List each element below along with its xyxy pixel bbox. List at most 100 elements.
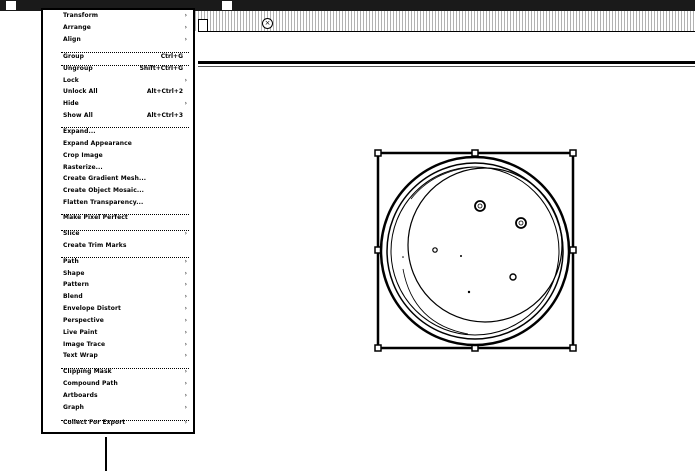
handle-bottom-right[interactable] <box>569 344 577 352</box>
menu-item-label: Text Wrap <box>63 352 98 359</box>
tab-bar-divider <box>198 31 695 32</box>
menu-item-collect-for-export[interactable]: Collect For Export › <box>43 417 193 428</box>
menu-item-label: Blend <box>63 293 83 300</box>
menu-item-blend[interactable]: Blend › <box>43 291 193 302</box>
menu-item-text-wrap[interactable]: Text Wrap › <box>43 350 193 361</box>
menu-item-show-all[interactable]: Show All Alt+Ctrl+3 <box>43 110 193 121</box>
menu-item-label: Align <box>63 36 81 43</box>
submenu-arrow-icon: › <box>184 270 187 277</box>
menu-item-label: Transform <box>63 12 99 19</box>
menu-item-label: Rasterize... <box>63 164 103 171</box>
menu-item-slice[interactable]: Slice › <box>43 228 193 239</box>
menu-item-label: Live Paint <box>63 329 98 336</box>
menu-item-label: Unlock All <box>63 88 98 95</box>
submenu-arrow-icon: › <box>184 230 187 237</box>
artboard-top-edge <box>198 61 695 64</box>
dish-spot <box>509 273 517 281</box>
menu-item-label: Make Pixel Perfect <box>63 214 128 221</box>
handle-top-center[interactable] <box>471 149 479 157</box>
bounding-box[interactable] <box>376 151 575 350</box>
menu-item-envelope-distort[interactable]: Envelope Distort › <box>43 303 193 314</box>
handle-top-left[interactable] <box>374 149 382 157</box>
menu-item-label: Create Trim Marks <box>63 242 127 249</box>
menu-item-create-gradient-mesh[interactable]: Create Gradient Mesh... <box>43 173 193 184</box>
menu-item-label: Create Object Mosaic... <box>63 187 145 194</box>
menu-item-align[interactable]: Align › <box>43 34 193 45</box>
selected-artwork[interactable] <box>373 149 578 352</box>
menu-item-shortcut: Alt+Ctrl+3 <box>146 112 183 119</box>
menu-item-make-pixel-perfect[interactable]: Make Pixel Perfect <box>43 212 193 223</box>
menu-item-group[interactable]: Group Ctrl+G <box>43 51 193 62</box>
submenu-arrow-icon: › <box>184 329 187 336</box>
menu-item-label: Shape <box>63 270 85 277</box>
dish-spot <box>467 290 471 294</box>
submenu-arrow-icon: › <box>184 317 187 324</box>
menu-item-label: Envelope Distort <box>63 305 122 312</box>
menu-item-label: Collect For Export <box>63 419 126 426</box>
dish-spot <box>474 200 486 212</box>
menu-item-label: Artboards <box>63 392 98 399</box>
menu-item-label: Hide <box>63 100 79 107</box>
menu-item-label: Expand... <box>63 128 96 135</box>
menu-item-clipping-mask[interactable]: Clipping Mask › <box>43 366 193 377</box>
menu-item-pattern[interactable]: Pattern › <box>43 279 193 290</box>
menu-item-path[interactable]: Path › <box>43 256 193 267</box>
menu-item-label: Path <box>63 258 79 265</box>
handle-middle-right[interactable] <box>569 246 577 254</box>
text-cursor <box>105 437 107 471</box>
menu-item-shortcut: Alt+Ctrl+2 <box>146 88 183 95</box>
dish-spot <box>402 256 404 258</box>
menu-item-expand-appearance[interactable]: Expand Appearance <box>43 138 193 149</box>
document-tab[interactable] <box>198 19 208 31</box>
menu-item-label: Clipping Mask <box>63 368 112 375</box>
menu-item-shape[interactable]: Shape › <box>43 268 193 279</box>
menu-item-flatten-transparency[interactable]: Flatten Transparency... <box>43 197 193 208</box>
submenu-arrow-icon: › <box>184 293 187 300</box>
dish-spot-inner <box>518 220 524 226</box>
menu-item-lock[interactable]: Lock › <box>43 75 193 86</box>
menu-item-image-trace[interactable]: Image Trace › <box>43 339 193 350</box>
handle-top-right[interactable] <box>569 149 577 157</box>
submenu-arrow-icon: › <box>184 12 187 19</box>
menu-item-live-paint[interactable]: Live Paint › <box>43 327 193 338</box>
menu-item-transform[interactable]: Transform › <box>43 10 193 21</box>
menu-item-label: Slice <box>63 230 80 237</box>
menu-item-compound-path[interactable]: Compound Path › <box>43 378 193 389</box>
menu-item-arrange[interactable]: Arrange › <box>43 22 193 33</box>
menu-item-label: Lock <box>63 77 79 84</box>
submenu-arrow-icon: › <box>184 368 187 375</box>
menu-item-label: Group <box>63 53 85 60</box>
menu-item-create-trim-marks[interactable]: Create Trim Marks <box>43 240 193 251</box>
menu-item-crop-image[interactable]: Crop Image <box>43 150 193 161</box>
document-tab-close-icon[interactable]: × <box>262 18 273 29</box>
menu-item-ungroup[interactable]: Ungroup Shift+Ctrl+G <box>43 63 193 74</box>
menu-item-label: Ungroup <box>63 65 93 72</box>
menu-item-hide[interactable]: Hide › <box>43 98 193 109</box>
menu-item-artboards[interactable]: Artboards › <box>43 390 193 401</box>
submenu-arrow-icon: › <box>184 258 187 265</box>
submenu-arrow-icon: › <box>184 352 187 359</box>
menu-item-rasterize[interactable]: Rasterize... <box>43 162 193 173</box>
submenu-arrow-icon: › <box>184 380 187 387</box>
submenu-arrow-icon: › <box>184 100 187 107</box>
menu-item-graph[interactable]: Graph › <box>43 402 193 413</box>
menu-bar-item[interactable] <box>222 1 232 10</box>
dish-spot <box>432 247 438 253</box>
menu-bar-item[interactable] <box>6 1 16 10</box>
dish-outer-rim <box>379 155 571 347</box>
illustrator-workspace: × Transform › Arrange › Align › Group Ctrl+G Ung… <box>0 0 695 471</box>
menu-item-unlock-all[interactable]: Unlock All Alt+Ctrl+2 <box>43 86 193 97</box>
menu-item-expand[interactable]: Expand... <box>43 126 193 137</box>
menu-item-shortcut: Ctrl+G <box>160 53 183 60</box>
dish-spot-inner <box>477 203 483 209</box>
submenu-arrow-icon: › <box>184 419 187 426</box>
menu-item-label: Perspective <box>63 317 104 324</box>
submenu-arrow-icon: › <box>184 77 187 84</box>
submenu-arrow-icon: › <box>184 341 187 348</box>
handle-bottom-left[interactable] <box>374 344 382 352</box>
menu-item-create-object-mosaic[interactable]: Create Object Mosaic... <box>43 185 193 196</box>
menu-item-perspective[interactable]: Perspective › <box>43 315 193 326</box>
menu-item-shortcut: Shift+Ctrl+G <box>139 65 183 72</box>
menu-item-label: Create Gradient Mesh... <box>63 175 147 182</box>
menu-item-label: Pattern <box>63 281 90 288</box>
